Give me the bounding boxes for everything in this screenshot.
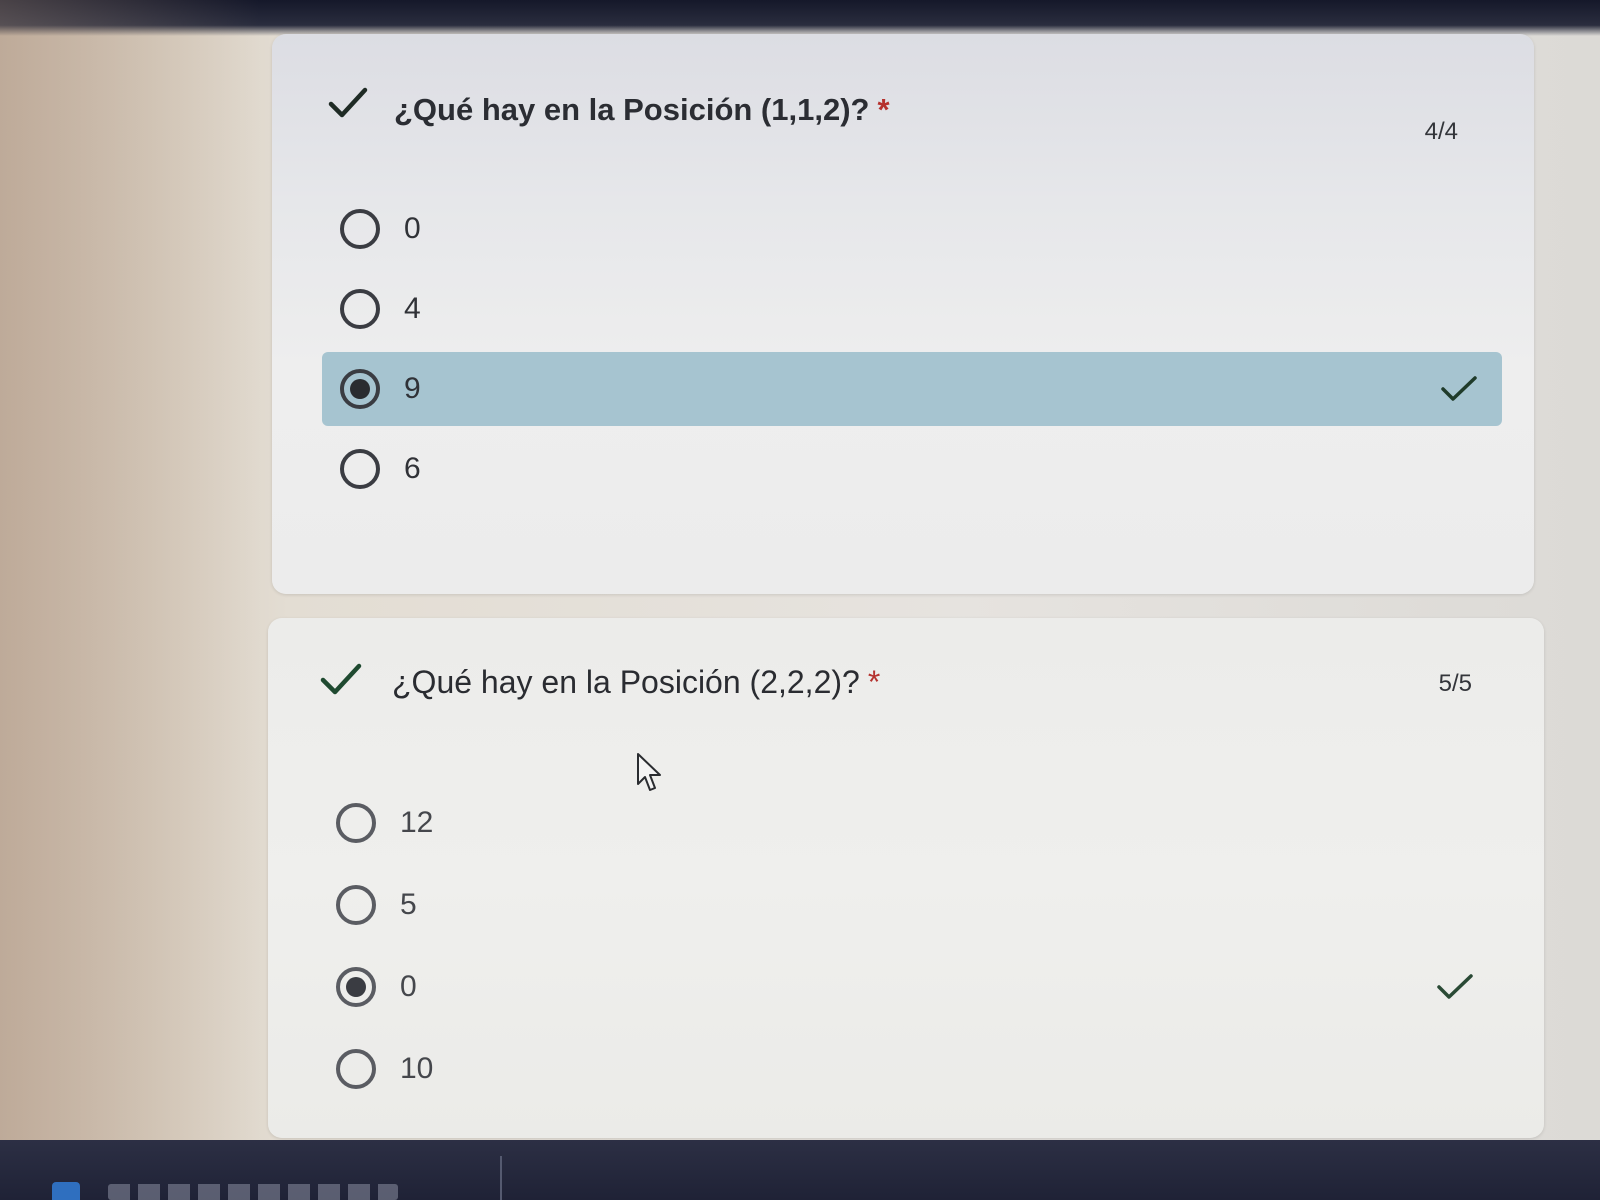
checkmark-icon bbox=[320, 663, 362, 695]
option-item[interactable]: 4 bbox=[322, 272, 1502, 346]
taskbar-divider bbox=[500, 1156, 502, 1200]
radio-button[interactable] bbox=[336, 803, 376, 843]
question-card-1: ¿Qué hay en la Posición (1,1,2)? * 4/4 0 … bbox=[272, 34, 1534, 594]
question-title: ¿Qué hay en la Posición (2,2,2)? * bbox=[392, 664, 880, 701]
question-title-text: ¿Qué hay en la Posición (1,1,2)? bbox=[394, 92, 870, 127]
radio-button[interactable] bbox=[340, 449, 380, 489]
option-label: 0 bbox=[404, 212, 421, 245]
option-item[interactable]: 6 bbox=[322, 432, 1502, 506]
question-score: 4/4 bbox=[1424, 118, 1458, 145]
taskbar bbox=[0, 1140, 1600, 1200]
mouse-pointer-icon bbox=[637, 753, 661, 791]
radio-button[interactable] bbox=[340, 209, 380, 249]
option-label: 9 bbox=[404, 372, 421, 405]
question-score: 5/5 bbox=[1438, 670, 1472, 697]
option-label: 6 bbox=[404, 452, 421, 485]
checkmark-icon bbox=[328, 87, 368, 118]
taskbar-notification-text bbox=[108, 1184, 398, 1200]
option-label: 5 bbox=[400, 888, 417, 921]
radio-button[interactable] bbox=[336, 885, 376, 925]
radio-button-selected[interactable] bbox=[340, 369, 380, 409]
option-item[interactable]: 5 bbox=[318, 868, 1498, 942]
radio-button-selected[interactable] bbox=[336, 967, 376, 1007]
option-item[interactable]: 12 bbox=[318, 786, 1498, 860]
checkmark-icon bbox=[1437, 974, 1473, 999]
option-label: 0 bbox=[400, 970, 417, 1003]
option-item[interactable]: 0 bbox=[322, 192, 1502, 266]
question-title: ¿Qué hay en la Posición (1,1,2)? * bbox=[394, 92, 890, 128]
radio-button[interactable] bbox=[340, 289, 380, 329]
option-label: 10 bbox=[400, 1052, 434, 1085]
taskbar-app-icon[interactable] bbox=[52, 1182, 80, 1200]
required-asterisk: * bbox=[877, 92, 890, 127]
option-label: 4 bbox=[404, 292, 421, 325]
checkmark-icon bbox=[1441, 376, 1477, 401]
option-label: 12 bbox=[400, 806, 434, 839]
option-item[interactable]: 10 bbox=[318, 1032, 1498, 1106]
radio-button[interactable] bbox=[336, 1049, 376, 1089]
option-item-selected-correct[interactable]: 9 bbox=[322, 352, 1502, 426]
required-asterisk: * bbox=[867, 664, 881, 700]
page-left-margin bbox=[0, 0, 260, 1140]
option-item-selected-correct[interactable]: 0 bbox=[318, 950, 1498, 1024]
question-card-2: ¿Qué hay en la Posición (2,2,2)? * 5/5 12… bbox=[268, 618, 1544, 1138]
question-title-text: ¿Qué hay en la Posición (2,2,2)? bbox=[392, 664, 860, 700]
